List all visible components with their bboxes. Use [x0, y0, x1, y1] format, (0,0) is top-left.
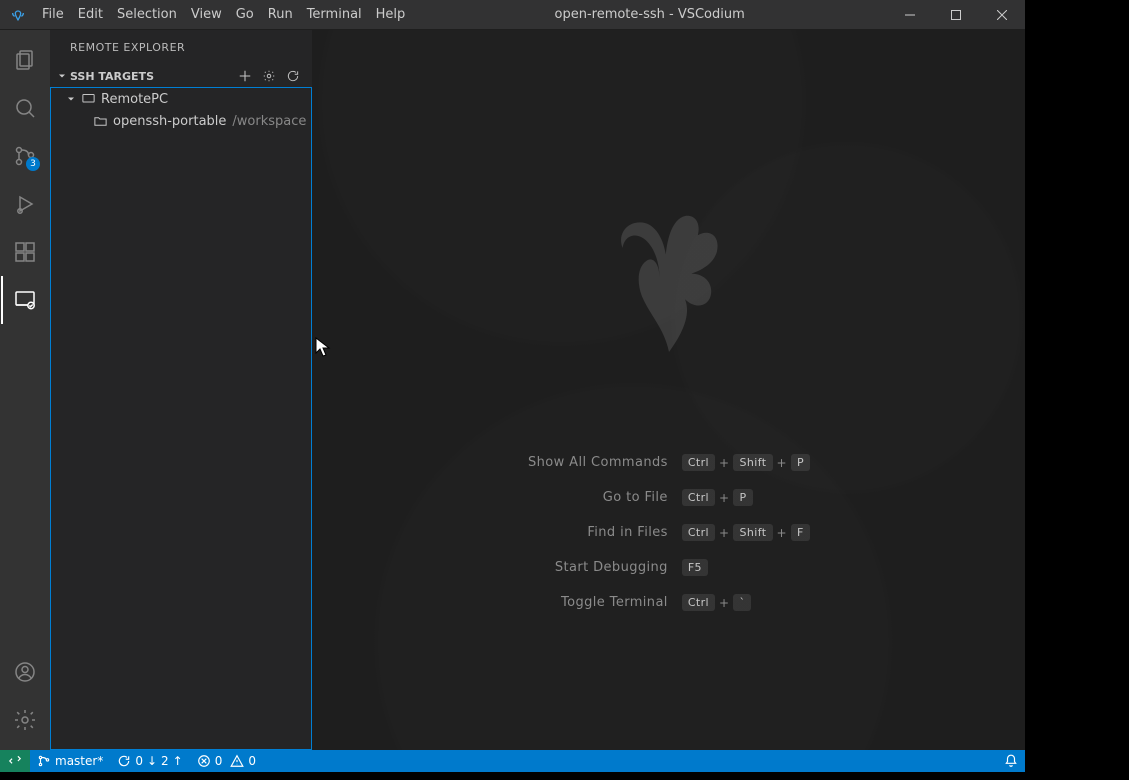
ssh-folder-path: /workspace — [226, 114, 306, 129]
minimize-button[interactable] — [887, 0, 933, 30]
app-logo-icon — [0, 7, 35, 23]
activity-accounts[interactable] — [1, 648, 49, 696]
shortcut-keys: F5 — [682, 559, 810, 576]
menu-run[interactable]: Run — [261, 0, 300, 30]
sync-up: 2 — [161, 754, 169, 768]
menu-edit[interactable]: Edit — [71, 0, 110, 30]
shortcut-keys: Ctrl+ Shift+ P — [682, 454, 810, 471]
activity-debug[interactable] — [1, 180, 49, 228]
window-controls — [887, 0, 1025, 30]
menu-view[interactable]: View — [184, 0, 229, 30]
shortcut-label: Show All Commands — [528, 455, 668, 470]
shortcut-keys: Ctrl+ P — [682, 489, 810, 506]
vscodium-watermark-icon — [589, 200, 749, 364]
key: Ctrl — [682, 594, 715, 611]
window-title: open-remote-ssh - VSCodium — [412, 7, 887, 22]
shortcut-label: Find in Files — [528, 525, 668, 540]
menu-terminal[interactable]: Terminal — [300, 0, 369, 30]
ssh-folder-row[interactable]: openssh-portable /workspace — [51, 110, 311, 132]
sidebar: REMOTE EXPLORER SSH TARGETS — [50, 30, 313, 750]
key: Ctrl — [682, 489, 715, 506]
activity-remote-explorer[interactable] — [1, 276, 49, 324]
body: 3 — [0, 30, 1025, 750]
key: Ctrl — [682, 524, 715, 541]
warning-count: 0 — [248, 754, 256, 768]
shortcut-label: Toggle Terminal — [528, 595, 668, 610]
key: Shift — [733, 454, 772, 471]
arrow-up-icon: ↑ — [173, 754, 183, 768]
shortcut-keys: Ctrl+ Shift+ F — [682, 524, 810, 541]
status-problems[interactable]: 0 0 — [190, 750, 263, 772]
ssh-host-row[interactable]: RemotePC — [51, 88, 311, 110]
folder-icon — [91, 114, 109, 129]
ssh-host-label: RemotePC — [97, 92, 168, 107]
monitor-icon — [79, 92, 97, 107]
maximize-button[interactable] — [933, 0, 979, 30]
key: P — [733, 489, 752, 506]
shortcut-label: Start Debugging — [528, 560, 668, 575]
section-label: SSH TARGETS — [70, 70, 154, 83]
key: F5 — [682, 559, 708, 576]
status-remote-button[interactable] — [0, 750, 30, 772]
sidebar-title: REMOTE EXPLORER — [50, 30, 312, 65]
status-sync[interactable]: 0 ↓ 2 ↑ — [110, 750, 189, 772]
activity-settings[interactable] — [1, 696, 49, 744]
status-bar: master* 0 ↓ 2 ↑ 0 0 — [0, 750, 1025, 772]
key: P — [791, 454, 810, 471]
refresh-button[interactable] — [284, 67, 302, 85]
activity-search[interactable] — [1, 84, 49, 132]
menu-go[interactable]: Go — [229, 0, 261, 30]
ssh-folder-label: openssh-portable — [109, 114, 226, 129]
configure-button[interactable] — [260, 67, 278, 85]
add-ssh-target-button[interactable] — [236, 67, 254, 85]
menu-selection[interactable]: Selection — [110, 0, 184, 30]
shortcut-label: Go to File — [528, 490, 668, 505]
menu-file[interactable]: File — [35, 0, 71, 30]
chevron-down-icon — [63, 93, 79, 105]
key: Ctrl — [682, 454, 715, 471]
error-count: 0 — [215, 754, 223, 768]
section-actions — [236, 67, 308, 85]
close-button[interactable] — [979, 0, 1025, 30]
chevron-down-icon — [54, 70, 70, 82]
scm-badge: 3 — [26, 157, 40, 171]
shortcut-keys: Ctrl+ ` — [682, 594, 810, 611]
activity-extensions[interactable] — [1, 228, 49, 276]
key: F — [791, 524, 810, 541]
titlebar: File Edit Selection View Go Run Terminal… — [0, 0, 1025, 30]
welcome-shortcuts: Show All Commands Ctrl+ Shift+ P Go to F… — [528, 454, 810, 611]
arrow-down-icon: ↓ — [147, 754, 157, 768]
sync-down: 0 — [135, 754, 143, 768]
key: Shift — [733, 524, 772, 541]
editor-area: Show All Commands Ctrl+ Shift+ P Go to F… — [313, 30, 1025, 750]
ssh-targets-header[interactable]: SSH TARGETS — [50, 65, 312, 87]
status-branch[interactable]: master* — [30, 750, 110, 772]
key: ` — [733, 594, 751, 611]
activity-scm[interactable]: 3 — [1, 132, 49, 180]
ssh-targets-tree: RemotePC openssh-portable /workspace — [50, 87, 312, 750]
status-notifications[interactable] — [997, 750, 1025, 772]
app-window: File Edit Selection View Go Run Terminal… — [0, 0, 1025, 772]
menu-help[interactable]: Help — [369, 0, 413, 30]
activity-bar: 3 — [0, 30, 50, 750]
activity-explorer[interactable] — [1, 36, 49, 84]
branch-name: master* — [55, 754, 103, 768]
